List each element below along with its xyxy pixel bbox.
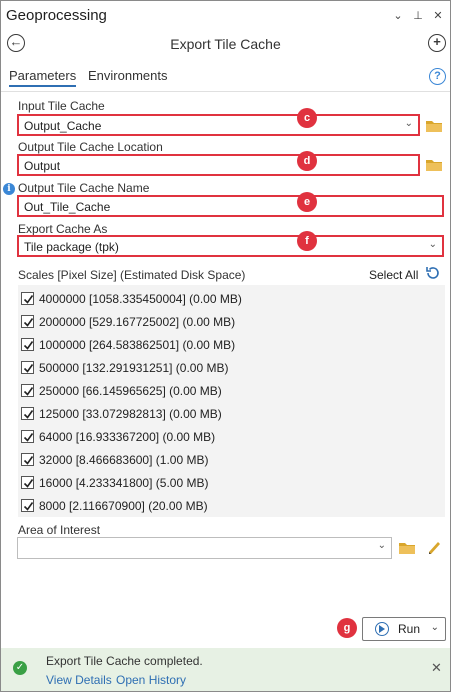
scale-row[interactable]: 4000000 [1058.335450004] (0.00 MB): [18, 287, 445, 310]
pane-title: Geoprocessing: [6, 7, 107, 24]
reset-icon[interactable]: [425, 265, 441, 281]
scale-label: 500000 [132.291931251] (0.00 MB): [39, 361, 229, 375]
add-icon[interactable]: +: [428, 34, 446, 52]
scale-checkbox[interactable]: [21, 315, 34, 328]
scales-list: 4000000 [1058.335450004] (0.00 MB) 20000…: [18, 285, 445, 517]
scale-row[interactable]: 32000 [8.466683600] (1.00 MB): [18, 448, 445, 471]
scale-label: 250000 [66.145965625] (0.00 MB): [39, 384, 222, 398]
scale-label: 32000 [8.466683600] (1.00 MB): [39, 453, 209, 467]
export-as-dropdown[interactable]: Tile package (tpk) ⌄: [17, 235, 444, 257]
area-of-interest-dropdown[interactable]: ⌄: [17, 537, 392, 559]
sketch-pencil-icon[interactable]: [426, 538, 441, 555]
chevron-down-icon: ⌄: [404, 118, 413, 129]
output-name-value: Out_Tile_Cache: [24, 200, 111, 214]
success-check-icon: ✓: [13, 661, 27, 675]
tab-parameters[interactable]: Parameters: [9, 68, 77, 87]
scale-label: 4000000 [1058.335450004] (0.00 MB): [39, 292, 242, 306]
callout-badge-e: e: [297, 192, 317, 212]
scale-checkbox[interactable]: [21, 292, 34, 305]
info-icon[interactable]: i: [3, 183, 15, 195]
scale-row[interactable]: 16000 [4.233341800] (5.00 MB): [18, 471, 445, 494]
tool-title: Export Tile Cache: [170, 36, 281, 52]
geoprocessing-pane: Geoprocessing ⌄ ⊥ ✕ ← Export Tile Cache …: [0, 0, 451, 692]
scale-label: 1000000 [264.583862501] (0.00 MB): [39, 338, 236, 352]
run-button[interactable]: Run ⌄: [362, 617, 446, 641]
scale-label: 64000 [16.933367200] (0.00 MB): [39, 430, 216, 444]
run-label: Run: [398, 622, 421, 636]
export-as-label: Export Cache As: [18, 222, 108, 236]
scale-row[interactable]: 250000 [66.145965625] (0.00 MB): [18, 379, 445, 402]
scale-checkbox[interactable]: [21, 361, 34, 374]
callout-badge-c: c: [297, 108, 317, 128]
scale-checkbox[interactable]: [21, 476, 34, 489]
export-as-value: Tile package (tpk): [24, 240, 119, 254]
scale-checkbox[interactable]: [21, 499, 34, 512]
callout-badge-d: d: [297, 151, 317, 171]
status-message: Export Tile Cache completed.: [46, 654, 203, 668]
tab-environments[interactable]: Environments: [88, 68, 167, 83]
chevron-down-icon: ⌄: [377, 540, 386, 551]
scale-checkbox[interactable]: [21, 384, 34, 397]
scale-row[interactable]: 125000 [33.072982813] (0.00 MB): [18, 402, 445, 425]
output-location-value: Output: [24, 159, 61, 173]
tool-header: ← Export Tile Cache +: [1, 31, 450, 59]
titlebar-controls: ⌄ ⊥ ✕: [392, 9, 444, 22]
browse-folder-icon[interactable]: [398, 541, 416, 555]
scales-header: Scales [Pixel Size] (Estimated Disk Spac…: [18, 268, 246, 282]
scale-checkbox[interactable]: [21, 453, 34, 466]
scale-label: 8000 [2.116670900] (20.00 MB): [39, 499, 208, 513]
scale-checkbox[interactable]: [21, 430, 34, 443]
dismiss-close-icon[interactable]: ✕: [431, 660, 442, 676]
options-chevron-icon[interactable]: ⌄: [392, 9, 404, 22]
scale-row[interactable]: 64000 [16.933367200] (0.00 MB): [18, 425, 445, 448]
input-tile-cache-dropdown[interactable]: Output_Cache ⌄: [17, 114, 420, 136]
input-tile-cache-label: Input Tile Cache: [18, 99, 105, 113]
pane-titlebar: Geoprocessing ⌄ ⊥ ✕: [1, 1, 450, 31]
tab-divider: [1, 91, 450, 92]
chevron-down-icon[interactable]: ⌄: [431, 622, 439, 633]
scale-row[interactable]: 1000000 [264.583862501] (0.00 MB): [18, 333, 445, 356]
callout-badge-f: f: [297, 231, 317, 251]
scale-row[interactable]: 2000000 [529.167725002] (0.00 MB): [18, 310, 445, 333]
scale-label: 125000 [33.072982813] (0.00 MB): [39, 407, 222, 421]
help-icon[interactable]: ?: [429, 68, 446, 85]
output-location-field[interactable]: Output: [17, 154, 420, 176]
scale-label: 16000 [4.233341800] (5.00 MB): [39, 476, 209, 490]
open-history-link[interactable]: Open History: [116, 673, 186, 687]
scale-checkbox[interactable]: [21, 338, 34, 351]
view-details-link[interactable]: View Details: [46, 673, 112, 687]
output-name-label: Output Tile Cache Name: [18, 181, 150, 195]
area-of-interest-label: Area of Interest: [18, 523, 101, 537]
scale-checkbox[interactable]: [21, 407, 34, 420]
close-icon[interactable]: ✕: [432, 9, 444, 22]
browse-folder-icon[interactable]: [425, 119, 443, 133]
chevron-down-icon: ⌄: [428, 239, 437, 250]
scale-row[interactable]: 500000 [132.291931251] (0.00 MB): [18, 356, 445, 379]
scale-label: 2000000 [529.167725002] (0.00 MB): [39, 315, 236, 329]
status-banner: ✓ Export Tile Cache completed. View Deta…: [1, 648, 450, 691]
browse-folder-icon[interactable]: [425, 158, 443, 172]
output-name-field[interactable]: Out_Tile_Cache: [17, 195, 444, 217]
scale-row[interactable]: 8000 [2.116670900] (20.00 MB): [18, 494, 445, 517]
callout-badge-g: g: [337, 618, 357, 638]
input-tile-cache-value: Output_Cache: [24, 119, 102, 133]
pin-icon[interactable]: ⊥: [412, 9, 424, 22]
output-location-label: Output Tile Cache Location: [18, 140, 163, 154]
select-all-link[interactable]: Select All: [369, 268, 418, 282]
play-icon: [375, 622, 389, 636]
